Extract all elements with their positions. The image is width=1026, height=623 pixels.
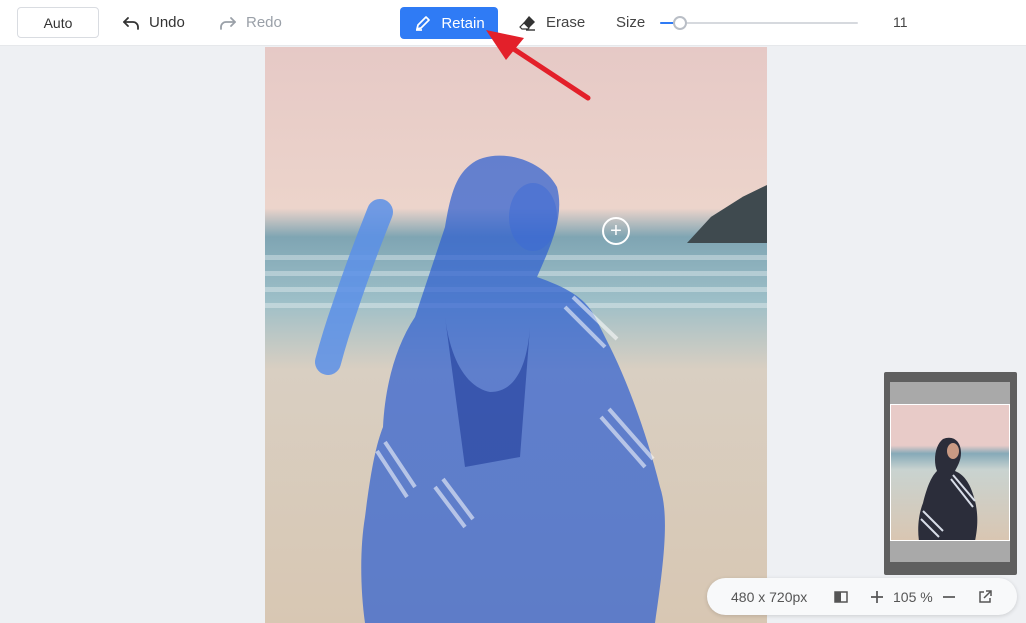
minimap-viewport[interactable]	[890, 404, 1010, 541]
status-bar: 480 x 720px 105 %	[707, 578, 1017, 615]
undo-label: Undo	[149, 14, 185, 31]
redo-label: Redo	[246, 14, 282, 31]
external-link-icon[interactable]	[977, 589, 993, 605]
redo-button[interactable]: Redo	[218, 7, 282, 38]
auto-button[interactable]: Auto	[17, 7, 99, 38]
zoom-level: 105 %	[893, 588, 933, 605]
zoom-out-button[interactable]	[941, 589, 957, 605]
undo-icon	[123, 16, 139, 30]
toolbar: Auto Undo Redo Retain Erase Size 11	[0, 0, 1026, 46]
size-value: 11	[893, 14, 908, 30]
brush-stroke	[315, 199, 393, 375]
editor-canvas[interactable]: +	[265, 47, 767, 623]
size-label: Size	[616, 14, 646, 31]
undo-button[interactable]: Undo	[121, 7, 185, 38]
minimap-thumbnail-figure	[918, 437, 978, 540]
slider-thumb[interactable]	[672, 16, 687, 30]
retain-button[interactable]: Retain	[400, 7, 498, 39]
retain-label: Retain	[441, 14, 485, 32]
brush-cursor-icon: +	[602, 217, 630, 245]
slider-track	[660, 22, 858, 24]
size-slider[interactable]	[660, 13, 858, 33]
erase-button[interactable]: Erase	[518, 7, 585, 38]
eraser-icon	[519, 15, 535, 31]
compare-icon[interactable]	[833, 589, 849, 605]
redo-icon	[220, 16, 236, 30]
erase-label: Erase	[546, 14, 586, 31]
minimap[interactable]	[884, 372, 1017, 575]
zoom-in-button[interactable]	[869, 589, 885, 605]
pencil-icon	[416, 16, 431, 31]
image-dimensions: 480 x 720px	[731, 588, 808, 605]
